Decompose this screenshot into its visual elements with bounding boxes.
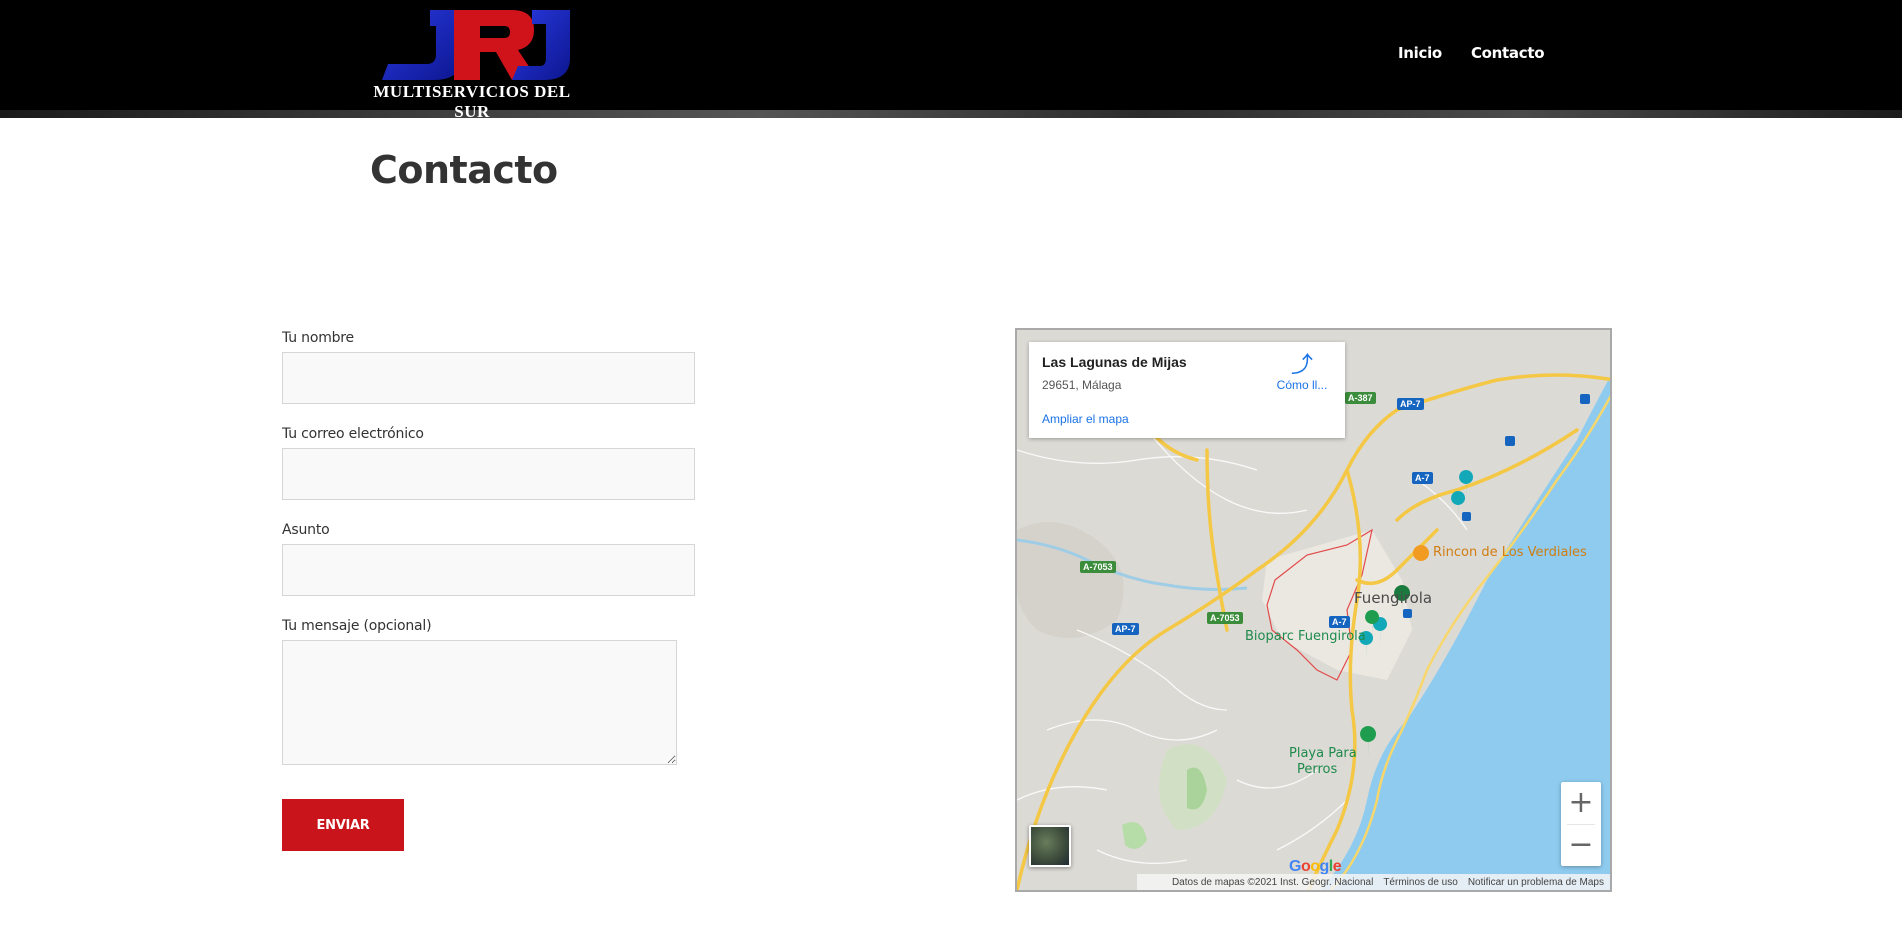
directions-button[interactable]: ⤴ Cómo ll... (1267, 352, 1337, 392)
map-label-bioparc[interactable]: Bioparc Fuengirola (1245, 629, 1366, 644)
map-label-beach-line1[interactable]: Playa Para (1289, 746, 1357, 761)
road-shield-a387: A-387 (1345, 392, 1376, 404)
logo-tagline: MULTISERVICIOS DEL SUR (373, 82, 571, 121)
name-label: Tu nombre (282, 330, 354, 346)
subject-input[interactable] (282, 544, 695, 596)
email-input[interactable] (282, 448, 695, 500)
name-input[interactable] (282, 352, 695, 404)
zoom-in-button[interactable]: + (1561, 782, 1601, 824)
map-attribution: Datos de mapas ©2021 Inst. Geogr. Nacion… (1171, 876, 1374, 888)
road-shield-a7-a: A-7 (1412, 472, 1433, 484)
submit-button[interactable]: ENVIAR (282, 799, 404, 851)
directions-icon: ⤴ (1290, 352, 1313, 377)
zoom-divider (1567, 824, 1595, 825)
nav-item-inicio[interactable]: Inicio (1398, 44, 1442, 62)
message-textarea[interactable] (282, 640, 677, 765)
place-name: Las Lagunas de Mijas (1042, 354, 1187, 370)
road-shield-a7053-a: A-7053 (1080, 561, 1116, 573)
map-embed[interactable]: A-387 AP-7 A-7 A-7053 A-7053 AP-7 A-7 Ri… (1015, 328, 1612, 892)
logo-mark-icon (382, 10, 570, 80)
road-shield-a7053-b: A-7053 (1207, 612, 1243, 624)
road-shield-a7-b: A-7 (1329, 616, 1350, 628)
zoom-out-button[interactable]: − (1561, 824, 1601, 866)
page-title: Contacto (370, 148, 558, 192)
road-shield-ap7-a: AP-7 (1397, 398, 1424, 410)
contact-form: Tu nombre Tu correo electrónico Asunto T… (282, 330, 702, 851)
map-label-beach-line2[interactable]: Perros (1297, 762, 1337, 777)
nav-item-contacto[interactable]: Contacto (1471, 44, 1545, 62)
email-label: Tu correo electrónico (282, 426, 424, 442)
map-label-city: Fuengirola (1354, 589, 1433, 607)
map-attribution-bar: Datos de mapas ©2021 Inst. Geogr. Nacion… (1137, 874, 1610, 890)
expand-map-link[interactable]: Ampliar el mapa (1042, 412, 1129, 426)
map-place-card: Las Lagunas de Mijas 29651, Málaga Ampli… (1029, 342, 1345, 438)
header-divider (0, 110, 1902, 118)
place-address: 29651, Málaga (1042, 378, 1122, 392)
main-nav: Inicio Contacto (1398, 44, 1545, 62)
site-header: MULTISERVICIOS DEL SUR Inicio Contacto (0, 0, 1902, 121)
satellite-toggle-button[interactable] (1029, 825, 1071, 867)
terms-link[interactable]: Términos de uso (1383, 877, 1457, 888)
subject-label: Asunto (282, 522, 330, 538)
road-shield-ap7-b: AP-7 (1112, 623, 1139, 635)
site-logo[interactable]: MULTISERVICIOS DEL SUR (372, 8, 572, 121)
zoom-controls: + − (1561, 782, 1601, 866)
directions-label: Cómo ll... (1276, 378, 1328, 392)
map-label-restaurant[interactable]: Rincon de Los Verdiales (1433, 545, 1587, 560)
message-label: Tu mensaje (opcional) (282, 618, 432, 634)
report-problem-link[interactable]: Notificar un problema de Maps (1468, 877, 1604, 888)
